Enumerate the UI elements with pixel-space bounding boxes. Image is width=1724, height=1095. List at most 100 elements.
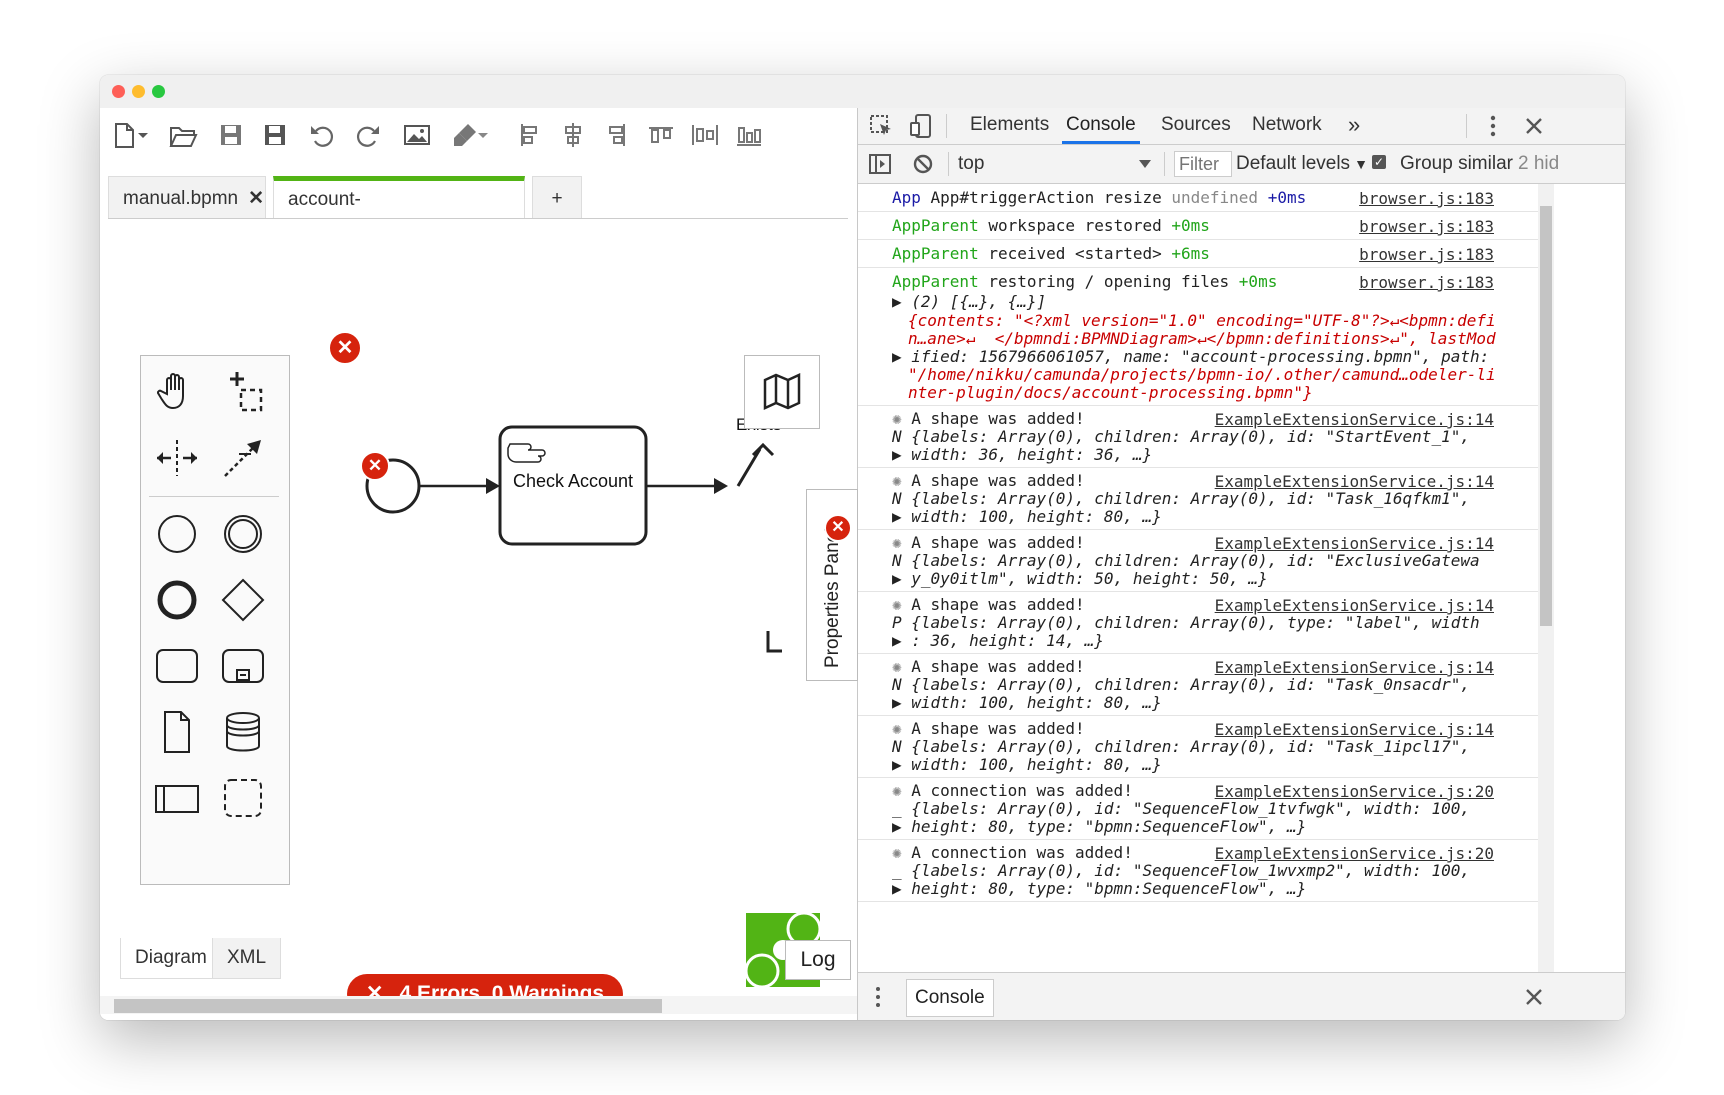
context-selector[interactable]: top <box>958 153 984 175</box>
kebab-menu-icon[interactable] <box>874 985 882 1009</box>
log-message: A connection was added! <box>911 843 1133 862</box>
divider <box>1466 114 1467 138</box>
console-log: App App#triggerAction resize undefined +… <box>858 184 1538 972</box>
tab-console[interactable]: Console <box>1062 108 1140 144</box>
devtools-tabbar: Elements Console Sources Network » <box>858 108 1625 145</box>
log-namespace: App <box>892 188 921 207</box>
expand-arrow-icon[interactable]: ▶ <box>892 292 911 311</box>
error-marker[interactable]: ✕ <box>328 331 362 365</box>
source-link[interactable]: browser.js:183 <box>1359 189 1494 208</box>
distribute-vertical-icon[interactable] <box>734 120 764 150</box>
expand-arrow-icon[interactable]: ▶ <box>892 631 911 650</box>
chevron-down-icon[interactable] <box>136 120 150 150</box>
tab-sources[interactable]: Sources <box>1161 108 1231 144</box>
log-message: A shape was added! <box>911 595 1085 614</box>
open-folder-icon[interactable] <box>168 120 198 150</box>
console-filter-input[interactable] <box>1174 151 1232 177</box>
console-entry: AppParent received <started> +6ms browse… <box>858 240 1538 268</box>
scroll-thumb[interactable] <box>114 999 662 1013</box>
close-devtools-icon[interactable] <box>1524 116 1544 136</box>
tab-elements[interactable]: Elements <box>970 108 1049 144</box>
close-drawer-icon[interactable] <box>1524 987 1544 1007</box>
chevron-down-icon: ▼ <box>1354 156 1368 172</box>
redo-icon[interactable] <box>352 120 382 150</box>
console-filter-bar: top Default levels▼ ✓ Group similar 2 hi… <box>858 145 1625 184</box>
object-line: ified: 1567966061057, name: "account-pro… <box>911 347 1490 366</box>
log-message: App#triggerAction resize <box>920 188 1172 207</box>
divider <box>1164 152 1165 176</box>
console-entry: ✺ A connection was added! ExampleExtensio… <box>858 778 1538 840</box>
scroll-thumb[interactable] <box>1540 206 1552 626</box>
console-entry: ✺ A shape was added! ExampleExtensionServ… <box>858 468 1538 530</box>
tab-network[interactable]: Network <box>1252 108 1322 144</box>
log-button[interactable]: Log <box>785 940 851 980</box>
source-link[interactable]: browser.js:183 <box>1359 217 1494 236</box>
save-icon[interactable] <box>216 120 246 150</box>
image-export-icon[interactable] <box>402 120 432 150</box>
log-timing: +0ms <box>1258 188 1307 207</box>
kebab-menu-icon[interactable] <box>1482 114 1504 138</box>
divider <box>948 152 949 176</box>
expand-arrow-icon[interactable]: ▶ <box>892 445 911 464</box>
align-center-icon[interactable] <box>558 120 588 150</box>
error-marker[interactable]: ✕ <box>824 514 852 542</box>
chevron-down-icon[interactable] <box>1138 157 1152 171</box>
close-tab-icon[interactable]: ✕ <box>248 188 264 209</box>
distribute-horizontal-icon[interactable] <box>690 120 720 150</box>
error-marker[interactable]: ✕ <box>360 451 390 481</box>
diagram-canvas[interactable]: Check Account Exists ✕ ✕ Properties Pane… <box>108 218 858 1014</box>
sidebar-toggle-icon[interactable] <box>868 153 892 175</box>
align-right-icon[interactable] <box>602 120 632 150</box>
log-emoji-icon: ✺ <box>892 471 912 490</box>
console-entry: ✺ A shape was added! ExampleExtensionServ… <box>858 716 1538 778</box>
inspect-element-icon[interactable] <box>868 113 894 139</box>
horizontal-scrollbar[interactable] <box>100 996 857 1014</box>
console-entry: ✺ A shape was added! ExampleExtensionServ… <box>858 592 1538 654</box>
expand-arrow-icon[interactable]: ▶ <box>892 879 911 898</box>
expand-arrow-icon[interactable]: ▶ <box>892 569 911 588</box>
zoom-window-button[interactable] <box>152 85 165 98</box>
log-levels-dropdown[interactable]: Default levels ▼ <box>1236 153 1368 175</box>
group-similar-checkbox[interactable]: ✓ <box>1372 155 1386 169</box>
undo-icon[interactable] <box>308 120 338 150</box>
console-entry: AppParent workspace restored +0ms browse… <box>858 212 1538 240</box>
align-top-icon[interactable] <box>646 120 676 150</box>
file-tabs: manual.bpmn ✕ account-processing.bpmn✕ + <box>100 166 857 248</box>
align-left-icon[interactable] <box>514 120 544 150</box>
tab-account-processing[interactable]: account-processing.bpmn✕ <box>273 176 525 248</box>
svg-text:Properties Panel: Properties Panel <box>822 528 843 668</box>
close-window-button[interactable] <box>112 85 125 98</box>
expandable-object[interactable]: ▶ (2) [{…}, {…}] <box>892 293 1046 311</box>
device-toolbar-icon[interactable] <box>908 113 934 139</box>
clear-console-icon[interactable] <box>912 153 934 175</box>
vertical-scrollbar[interactable] <box>1538 184 1554 972</box>
console-entry: ✺ A connection was added! ExampleExtensio… <box>858 840 1538 902</box>
expand-arrow-icon[interactable]: ▶ <box>892 693 911 712</box>
minimap-toggle[interactable] <box>744 355 820 429</box>
tab-manual[interactable]: manual.bpmn ✕ <box>108 176 266 220</box>
hidden-count: 2 hid <box>1518 153 1560 174</box>
add-tab-button[interactable]: + <box>532 176 582 220</box>
task-label: Check Account <box>512 471 634 491</box>
tab-diagram[interactable]: Diagram <box>120 938 222 979</box>
more-tabs-icon[interactable]: » <box>1348 108 1360 144</box>
tab-xml[interactable]: XML <box>212 938 282 979</box>
divider <box>946 114 947 138</box>
source-link[interactable]: browser.js:183 <box>1359 245 1494 264</box>
map-icon <box>763 373 801 410</box>
expand-arrow-icon[interactable]: ▶ <box>892 817 911 836</box>
chevron-down-icon[interactable] <box>476 120 490 150</box>
drawer-tab-console[interactable]: Console <box>906 979 994 1017</box>
object-summary: (2) [{…}, {…}] <box>911 292 1047 311</box>
expand-arrow-icon[interactable]: ▶ <box>892 507 911 526</box>
expand-arrow-icon[interactable]: ▶ <box>892 347 911 366</box>
log-emoji-icon: ✺ <box>892 533 912 552</box>
levels-label: Default levels <box>1236 153 1351 174</box>
devtools-drawer: Console <box>858 972 1625 1020</box>
expand-arrow-icon[interactable]: ▶ <box>892 755 911 774</box>
log-message: A shape was added! <box>911 657 1085 676</box>
object-line: width: 100, height: 80, …} <box>911 755 1162 774</box>
save-as-icon[interactable] <box>260 120 290 150</box>
source-link[interactable]: browser.js:183 <box>1359 273 1494 292</box>
minimize-window-button[interactable] <box>132 85 145 98</box>
